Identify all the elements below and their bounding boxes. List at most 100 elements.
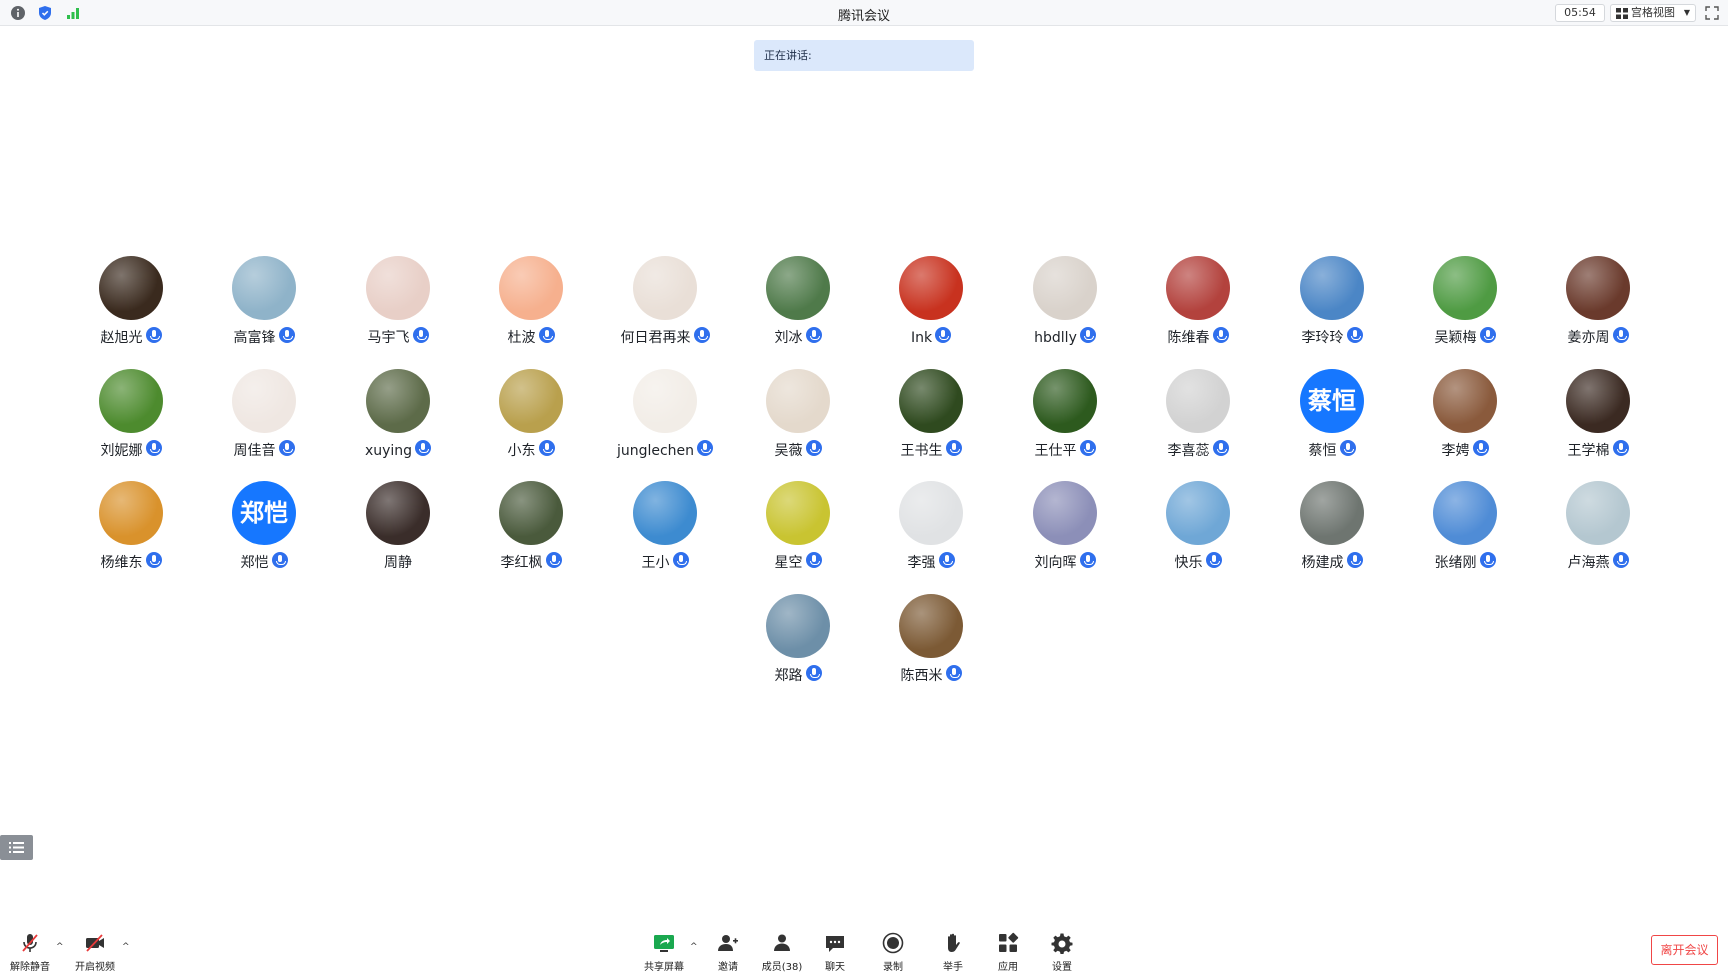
participant-tile[interactable]: 快乐 bbox=[1133, 481, 1263, 581]
participant-tile[interactable]: 王小 bbox=[600, 481, 730, 581]
video-button[interactable]: 开启视频 bbox=[65, 932, 125, 973]
unmute-button[interactable]: 解除静音 bbox=[0, 932, 60, 973]
participant-name: 杨建成 bbox=[1301, 555, 1344, 571]
participant-tile[interactable]: 高富锋 bbox=[199, 256, 329, 356]
avatar bbox=[232, 256, 296, 320]
participant-tile[interactable]: 刘向晖 bbox=[1000, 481, 1130, 581]
audio-options-chevron[interactable]: ^ bbox=[56, 942, 64, 952]
participant-tile[interactable]: 李喜蕊 bbox=[1133, 369, 1263, 469]
mic-icon bbox=[1612, 552, 1629, 568]
participant-tile[interactable]: junglechen bbox=[600, 369, 730, 469]
speaking-label: 正在讲话: bbox=[764, 49, 812, 62]
participant-tile[interactable]: 杨维东 bbox=[66, 481, 196, 581]
participant-name: 郑恺 bbox=[240, 555, 269, 571]
participant-tile[interactable]: 陈西米 bbox=[866, 594, 996, 694]
apps-button[interactable]: 应用 bbox=[978, 932, 1038, 973]
avatar bbox=[499, 481, 563, 545]
participant-tile[interactable]: hbdlly bbox=[1000, 256, 1130, 356]
participant-name: 周佳音 bbox=[233, 443, 276, 459]
participant-tile[interactable]: 郑恺 郑恺 bbox=[199, 481, 329, 581]
participant-tile[interactable]: Ink bbox=[866, 256, 996, 356]
participant-name-row: 王小 bbox=[600, 552, 730, 572]
participant-name: 王学棉 bbox=[1567, 443, 1610, 459]
participant-tile[interactable]: 马宇飞 bbox=[333, 256, 463, 356]
leave-meeting-button[interactable]: 离开会议 bbox=[1651, 935, 1718, 965]
participant-tile[interactable]: 王仕平 bbox=[1000, 369, 1130, 469]
members-button[interactable]: 成员(38) bbox=[752, 932, 812, 973]
participant-name-row: junglechen bbox=[600, 440, 730, 459]
participant-name-row: 刘妮娜 bbox=[66, 440, 196, 460]
avatar bbox=[633, 369, 697, 433]
participant-tile[interactable]: 郑路 bbox=[733, 594, 863, 694]
participant-tile[interactable]: 杨建成 bbox=[1267, 481, 1397, 581]
participant-name-row: 郑路 bbox=[733, 665, 863, 685]
participant-name: 李娉 bbox=[1441, 443, 1470, 459]
avatar bbox=[633, 481, 697, 545]
participant-tile[interactable]: 李娉 bbox=[1400, 369, 1530, 469]
participant-name: 王小 bbox=[641, 555, 670, 571]
settings-button[interactable]: 设置 bbox=[1032, 932, 1092, 973]
participant-tile[interactable]: 陈维春 bbox=[1133, 256, 1263, 356]
participant-name: 蔡恒 bbox=[1308, 443, 1337, 459]
video-options-chevron[interactable]: ^ bbox=[122, 942, 130, 952]
record-button[interactable]: 录制 bbox=[863, 932, 923, 973]
avatar bbox=[1166, 256, 1230, 320]
participant-tile[interactable]: 吴颖梅 bbox=[1400, 256, 1530, 356]
avatar bbox=[766, 481, 830, 545]
participant-tile[interactable]: 王书生 bbox=[866, 369, 996, 469]
avatar bbox=[1433, 481, 1497, 545]
participant-tile[interactable]: 蔡恒 蔡恒 bbox=[1267, 369, 1397, 469]
participant-tile[interactable]: 刘冰 bbox=[733, 256, 863, 356]
avatar bbox=[99, 256, 163, 320]
fullscreen-icon[interactable] bbox=[1704, 5, 1720, 21]
participant-tile[interactable]: 王学棉 bbox=[1533, 369, 1663, 469]
participant-tile[interactable]: 何日君再来 bbox=[600, 256, 730, 356]
participant-tile[interactable]: 李玲玲 bbox=[1267, 256, 1397, 356]
participant-tile[interactable]: 赵旭光 bbox=[66, 256, 196, 356]
participant-name: 卢海燕 bbox=[1567, 555, 1610, 571]
participant-tile[interactable]: 张绪刚 bbox=[1400, 481, 1530, 581]
participant-tile[interactable]: xuying bbox=[333, 369, 463, 469]
participant-name: hbdlly bbox=[1034, 330, 1077, 346]
record-label: 录制 bbox=[883, 962, 903, 973]
view-mode-dropdown[interactable]: 宫格视图 ▼ bbox=[1610, 4, 1696, 22]
participant-name-row: 陈维春 bbox=[1133, 327, 1263, 347]
participant-name: 刘冰 bbox=[774, 330, 803, 346]
avatar bbox=[766, 369, 830, 433]
mic-icon bbox=[693, 327, 710, 343]
members-icon bbox=[774, 934, 790, 951]
participant-tile[interactable]: 杜波 bbox=[466, 256, 596, 356]
participant-tile[interactable]: 刘妮娜 bbox=[66, 369, 196, 469]
participant-name: 吴颖梅 bbox=[1434, 330, 1477, 346]
participant-name-row: 姜亦周 bbox=[1533, 327, 1663, 347]
mic-icon bbox=[1346, 327, 1363, 343]
raise-hand-button[interactable]: 举手 bbox=[923, 932, 983, 973]
participant-name: 李喜蕊 bbox=[1167, 443, 1210, 459]
participant-tile[interactable]: 姜亦周 bbox=[1533, 256, 1663, 356]
participant-tile[interactable]: 李红枫 bbox=[466, 481, 596, 581]
mic-icon bbox=[145, 552, 162, 568]
participant-tile[interactable]: 小东 bbox=[466, 369, 596, 469]
participant-tile[interactable]: 卢海燕 bbox=[1533, 481, 1663, 581]
chat-label: 聊天 bbox=[825, 962, 845, 973]
participant-tile[interactable]: 周静 bbox=[333, 481, 463, 581]
chat-button[interactable]: 聊天 bbox=[805, 932, 865, 973]
participant-tile[interactable]: 周佳音 bbox=[199, 369, 329, 469]
participant-name-row: 星空 bbox=[733, 552, 863, 572]
participant-tile[interactable]: 李强 bbox=[866, 481, 996, 581]
invite-user-icon bbox=[718, 935, 738, 951]
participant-name-row: 杨维东 bbox=[66, 552, 196, 572]
mic-icon bbox=[1212, 327, 1229, 343]
share-screen-button[interactable]: 共享屏幕 bbox=[634, 932, 694, 973]
participant-tile[interactable]: 星空 bbox=[733, 481, 863, 581]
list-toggle-button[interactable] bbox=[0, 835, 33, 860]
share-options-chevron[interactable]: ^ bbox=[690, 942, 698, 952]
title-bar: 腾讯会议 05:54 宫格视图 ▼ bbox=[0, 0, 1728, 26]
participant-name-row: 王书生 bbox=[866, 440, 996, 460]
participant-name-row: 吴颖梅 bbox=[1400, 327, 1530, 347]
invite-button[interactable]: 邀请 bbox=[698, 932, 758, 973]
avatar bbox=[1033, 369, 1097, 433]
apps-icon bbox=[999, 932, 1019, 952]
participant-name-row: 郑恺 bbox=[199, 552, 329, 572]
participant-tile[interactable]: 吴薇 bbox=[733, 369, 863, 469]
